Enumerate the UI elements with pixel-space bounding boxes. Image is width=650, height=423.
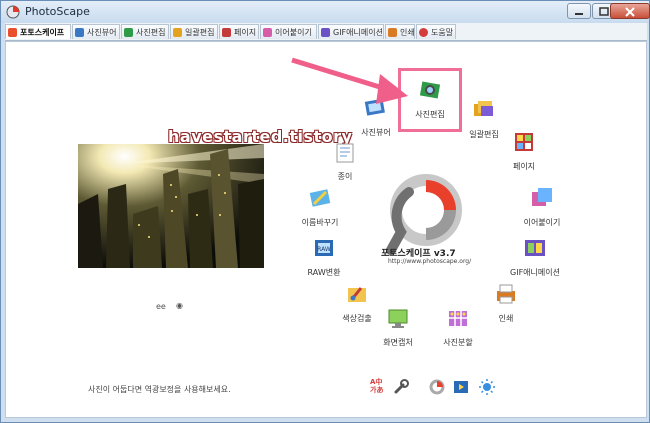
- wrench-icon[interactable]: [392, 378, 410, 396]
- slideshow-icon[interactable]: [452, 378, 470, 396]
- combine-tab-icon: [263, 28, 272, 37]
- menu-combine[interactable]: 이어붙이기: [510, 186, 574, 228]
- editor-tab-icon: [124, 28, 133, 37]
- title-bar: PhotoScape: [1, 1, 650, 23]
- gif-animation-icon: [525, 240, 545, 256]
- tab-viewer[interactable]: 사진뷰어: [72, 24, 120, 39]
- svg-text:RAW: RAW: [317, 246, 331, 253]
- raw-converter-icon: RAW: [315, 240, 333, 256]
- page-tab-icon: [222, 28, 231, 37]
- menu-screen-capture[interactable]: 화면캡처: [366, 306, 430, 348]
- menu-gif-label: GIF애니메이션: [510, 268, 560, 277]
- menu-paper-label: 종이: [337, 172, 353, 181]
- tab-page[interactable]: 페이지: [219, 24, 259, 39]
- app-website-url[interactable]: http://www.photoscape.org/: [388, 258, 471, 265]
- tab-combine[interactable]: 이어붙이기: [260, 24, 317, 39]
- sample-photo[interactable]: [78, 144, 264, 268]
- menu-gif[interactable]: GIF애니메이션: [503, 236, 567, 278]
- page-icon: [515, 133, 533, 151]
- menu-rename-label: 이름바꾸기: [301, 218, 339, 227]
- menu-page[interactable]: 페이지: [492, 130, 556, 172]
- photo-nav-right-icon[interactable]: ◉: [176, 301, 183, 310]
- window-title: PhotoScape: [25, 5, 90, 18]
- tab-editor[interactable]: 사진편집: [121, 24, 169, 39]
- tab-print[interactable]: 인쇄: [385, 24, 415, 39]
- menu-paper[interactable]: 종이: [313, 140, 377, 182]
- brightness-icon[interactable]: [478, 378, 496, 396]
- photo-nav-left-icon[interactable]: ee: [156, 302, 166, 311]
- print-icon: [497, 284, 515, 304]
- city-night-image: [78, 144, 264, 268]
- batch-editor-icon: [474, 101, 493, 116]
- tab-batch[interactable]: 일괄편집: [170, 24, 218, 39]
- close-button[interactable]: [610, 3, 650, 19]
- combine-icon: [532, 188, 552, 206]
- tip-text: 사진이 어둡다면 역광보정을 사용해보세요.: [88, 385, 231, 394]
- photoscape-tab-icon: [8, 28, 17, 37]
- tab-bar: 포토스케이프 사진뷰어 사진편집 일괄편집 페이지 이어붙이기 GIF애니메이션…: [5, 23, 647, 41]
- menu-splitter[interactable]: 사진분할: [426, 306, 490, 348]
- menu-screen-capture-label: 화면캡처: [383, 338, 413, 347]
- batch-tab-icon: [173, 28, 182, 37]
- print-tab-icon: [388, 28, 397, 37]
- menu-rename[interactable]: 이름바꾸기: [288, 186, 352, 228]
- menu-raw-label: RAW변환: [307, 268, 341, 277]
- gif-tab-icon: [321, 28, 330, 37]
- menu-raw[interactable]: RAW RAW변환: [292, 236, 356, 278]
- screen-capture-icon: [388, 309, 408, 328]
- menu-page-label: 페이지: [512, 162, 536, 171]
- menu-splitter-label: 사진분할: [443, 338, 473, 347]
- language-icon[interactable]: A中 가あ: [370, 378, 388, 396]
- tab-gif[interactable]: GIF애니메이션: [318, 24, 384, 39]
- tab-photoscape[interactable]: 포토스케이프: [5, 24, 71, 39]
- photoscape-mini-logo-icon[interactable]: [428, 378, 446, 396]
- photoscape-app-icon: [6, 5, 20, 19]
- photo-viewer-icon: [364, 98, 385, 116]
- paper-icon: [336, 143, 354, 163]
- close-icon: [625, 7, 635, 17]
- tab-help[interactable]: 도움말: [416, 24, 456, 39]
- color-picker-icon: [348, 287, 366, 302]
- minimize-button[interactable]: [567, 3, 591, 19]
- viewer-tab-icon: [75, 28, 84, 37]
- photo-splitter-icon: [449, 311, 467, 326]
- minimize-icon: [575, 13, 583, 15]
- help-tab-icon: [419, 28, 428, 37]
- menu-combine-label: 이어붙이기: [523, 218, 561, 227]
- rename-icon: [309, 189, 331, 207]
